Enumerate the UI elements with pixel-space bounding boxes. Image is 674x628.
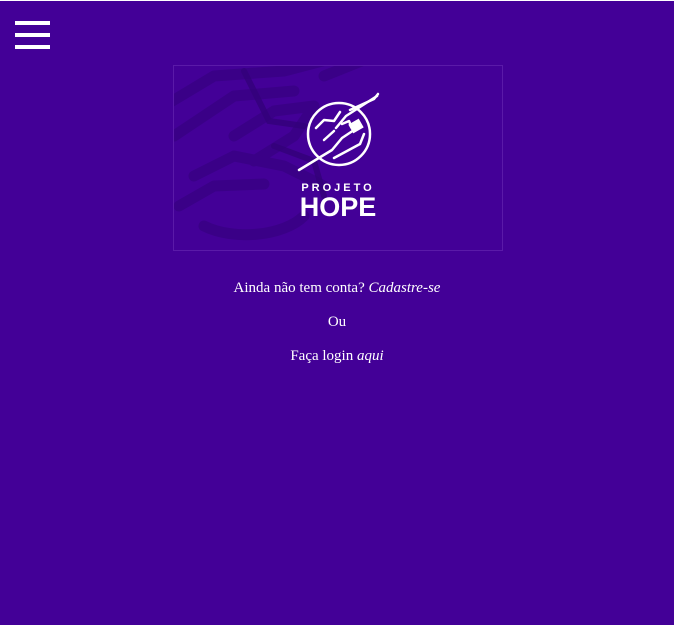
login-prompt: Faça login (290, 348, 354, 364)
signup-link[interactable]: Cadastre-se (369, 280, 441, 296)
separator-text: Ou (327, 314, 347, 330)
hamburger-menu-icon[interactable] (15, 21, 51, 51)
menu-bar (15, 33, 50, 37)
login-line: Faça login aqui (0, 339, 674, 373)
auth-links: Ainda não tem conta? Cadastre-se Ou Faça… (0, 271, 674, 373)
signup-line: Ainda não tem conta? Cadastre-se (0, 271, 674, 305)
login-link[interactable]: aqui (357, 348, 384, 364)
hero-image: PROJETO HOPE (174, 66, 380, 241)
menu-bar (15, 21, 50, 25)
logo-line2: HOPE (300, 192, 377, 222)
hero-banner: PROJETO HOPE (173, 65, 503, 251)
signup-prompt: Ainda não tem conta? (233, 280, 365, 296)
menu-bar (15, 45, 50, 49)
app-page: PROJETO HOPE Ainda não tem conta? Cadast… (0, 1, 674, 625)
